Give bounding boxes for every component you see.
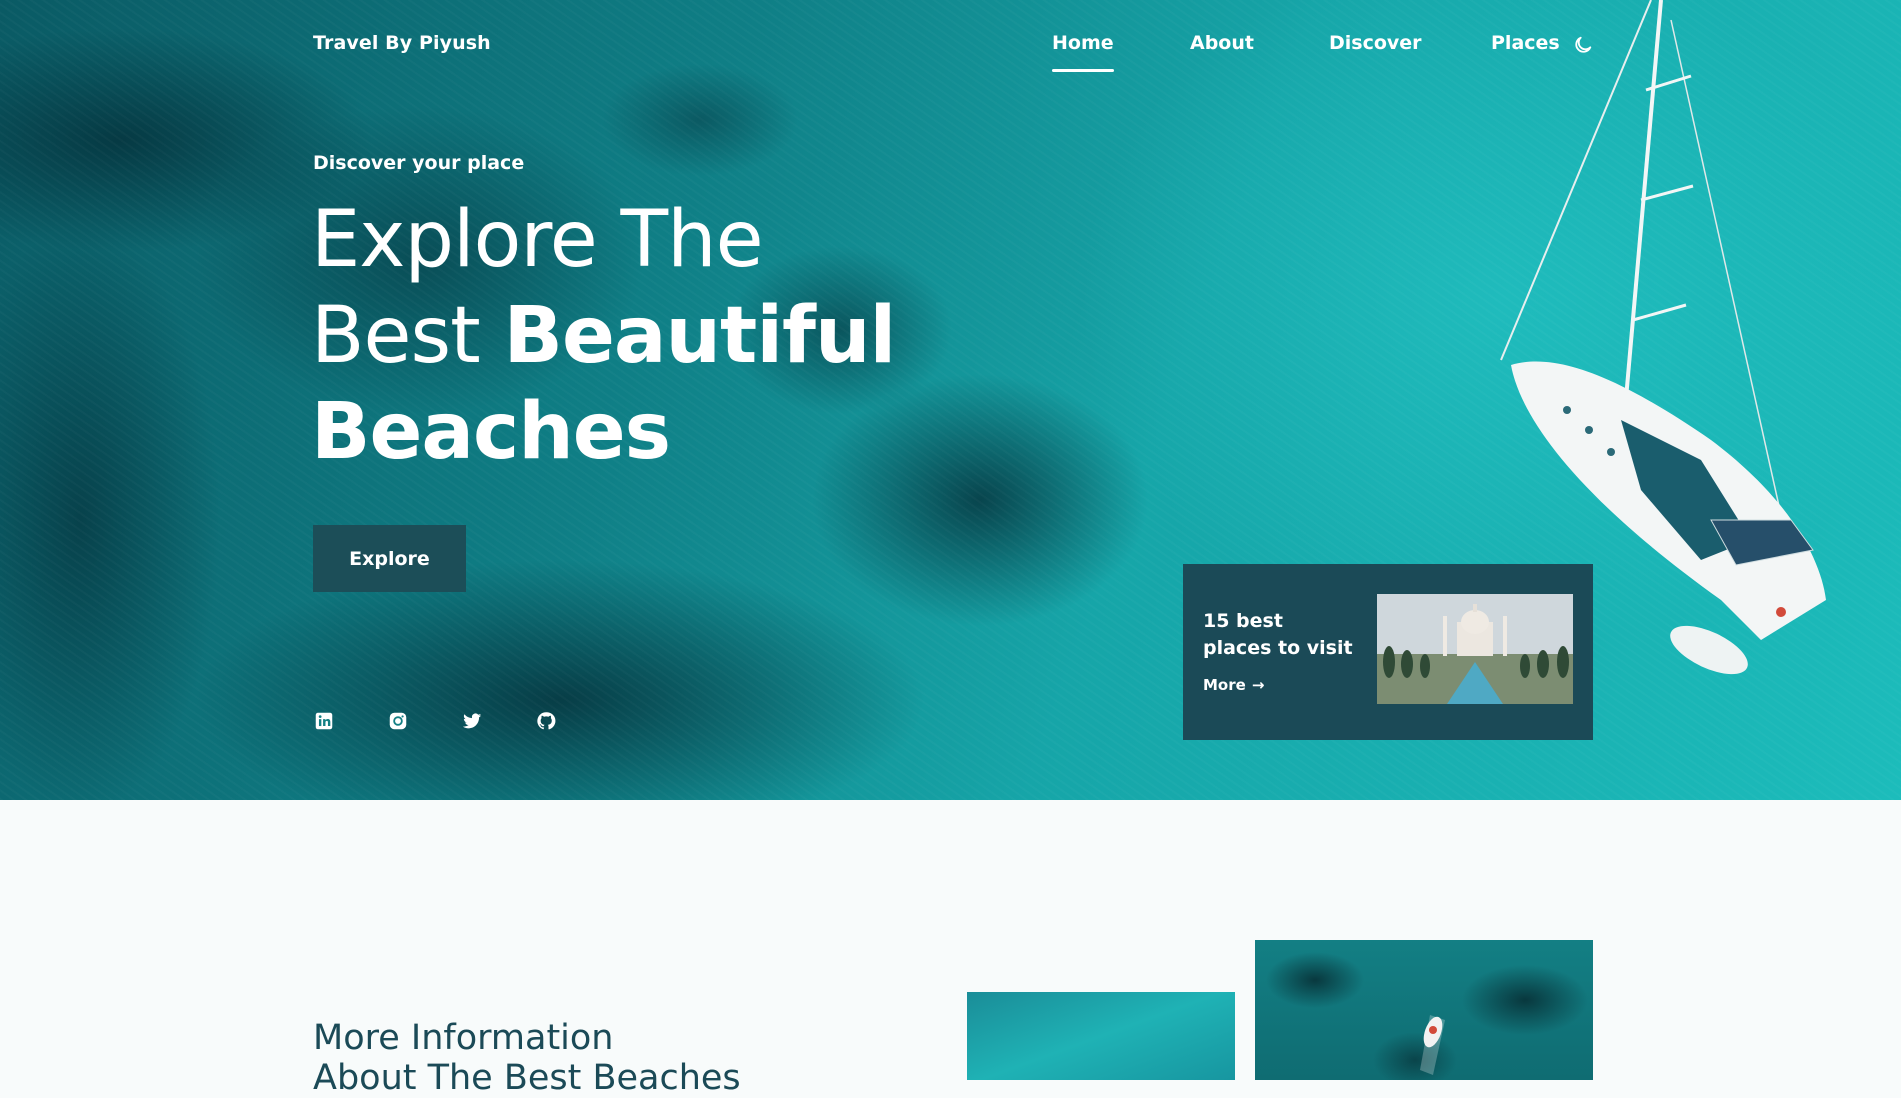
hero-section: Travel By Piyush Home About Discover Pla… <box>0 0 1901 800</box>
nav-link-about[interactable]: About <box>1190 32 1254 54</box>
info-image-sea <box>967 992 1235 1080</box>
nav-link-home[interactable]: Home <box>1052 32 1114 72</box>
headline-line-3: Beaches <box>311 384 895 480</box>
headline-bold-part: Beautiful <box>503 291 897 381</box>
headline-line-2: Best Beautiful <box>311 288 897 384</box>
brand-logo[interactable]: Travel By Piyush <box>313 32 491 54</box>
info-section-title: More Information About The Best Beaches <box>313 1018 741 1098</box>
promo-title: 15 best places to visit <box>1203 610 1353 659</box>
info-title-line-2: About The Best Beaches <box>313 1058 741 1098</box>
headline-bold-line: Beaches <box>311 387 671 477</box>
speedboat-image <box>1420 1015 1445 1075</box>
hero-headline: Explore The Best Beautiful Beaches <box>311 192 897 480</box>
headline-line-1: Explore The <box>311 195 764 285</box>
nav-link-places[interactable]: Places <box>1491 32 1560 54</box>
linkedin-icon[interactable] <box>313 710 335 732</box>
info-image-boat-aerial <box>1255 940 1593 1080</box>
headline-regular-part: Best <box>311 291 504 381</box>
moon-icon[interactable] <box>1572 34 1594 56</box>
explore-button[interactable]: Explore <box>313 525 466 592</box>
twitter-icon[interactable] <box>461 710 483 732</box>
info-title-line-1: More Information <box>313 1018 614 1058</box>
promo-more-link[interactable]: More → <box>1203 676 1264 694</box>
promo-card[interactable]: 15 best places to visit More → <box>1183 564 1593 740</box>
social-links <box>313 710 557 732</box>
nav-link-discover[interactable]: Discover <box>1329 32 1422 54</box>
github-icon[interactable] <box>535 710 557 732</box>
promo-more-label: More <box>1203 676 1246 694</box>
arrow-right-icon: → <box>1251 676 1265 694</box>
taj-mahal-image <box>1377 594 1573 704</box>
instagram-icon[interactable] <box>387 710 409 732</box>
hero-subtitle: Discover your place <box>313 152 525 174</box>
